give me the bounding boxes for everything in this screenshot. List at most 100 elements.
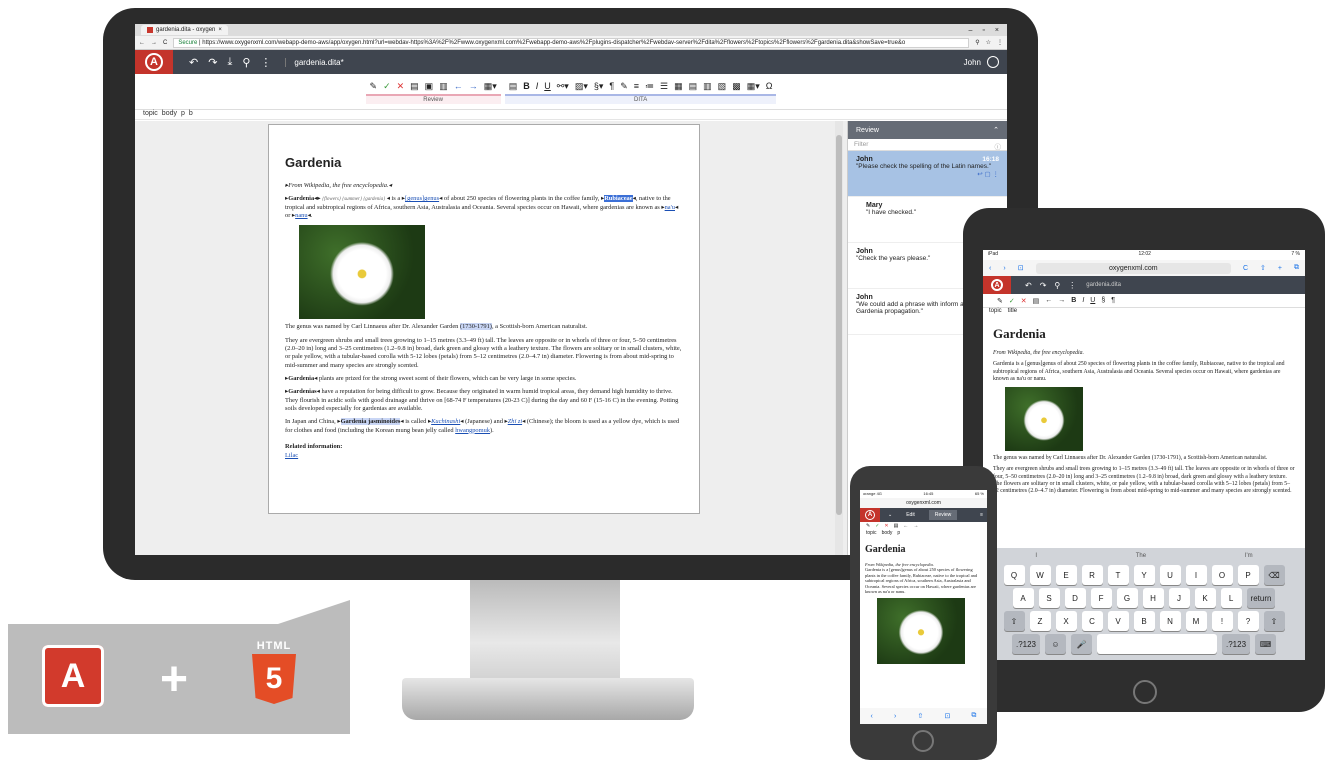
paragraph-icon[interactable]: ¶ [1111,297,1115,304]
dropdown-icon[interactable]: ⌄ [888,512,892,518]
insert-row-icon[interactable]: ▤ [689,81,698,92]
breadcrumb-item[interactable]: topic [989,308,1002,316]
page-title[interactable]: Gardenia [285,155,683,172]
back-icon[interactable]: ← [139,40,145,46]
paragraph-1[interactable]: ▸Gardenia◂▸ {flowers} {summer} {gardenia… [285,195,683,220]
prev-change-icon[interactable]: ← [1045,297,1052,304]
redo-icon[interactable]: ↷ [208,56,217,69]
next-change-icon[interactable]: → [913,523,918,529]
forward-icon[interactable]: › [894,713,896,720]
from-line[interactable]: ▸From Wikipedia, the free encyclopedia.◂ [285,182,683,190]
paragraph-5[interactable]: ▸Gardenias◂ have a reputation for being … [285,388,683,413]
keyboard-key[interactable]: Y [1133,565,1155,585]
close-tab-icon[interactable]: × [218,27,222,33]
document-page[interactable]: Gardenia ▸From Wikipedia, the free encyc… [268,124,700,514]
address-field[interactable]: Secure | https://www.oxygenxml.com/webap… [173,37,970,48]
new-tab-icon[interactable]: + [1278,265,1282,272]
paragraph-2[interactable]: The genus was named by Carl Linnaeus aft… [993,455,1295,462]
keyboard-key[interactable]: 🎤 [1071,634,1092,654]
prev-change-icon[interactable]: ← [903,523,908,529]
phone-address-field[interactable]: oxygenxml.com [860,498,987,508]
keyboard-key[interactable]: N [1159,611,1181,631]
accept-change-icon[interactable]: ✓ [383,81,391,92]
breadcrumb-item[interactable]: b [189,110,193,119]
keyboard-key[interactable]: A [1012,588,1034,608]
menu-icon[interactable]: ⋮ [997,39,1003,46]
suggestion[interactable]: I [1035,553,1037,559]
phone-document[interactable]: Gardenia From Wikipedia, the free encycl… [860,537,987,668]
bold-icon[interactable]: B [1071,297,1076,304]
breadcrumb-item[interactable]: title [1008,308,1017,316]
table-props-icon[interactable]: ▩ [732,81,741,92]
breadcrumb-item[interactable]: body [882,530,893,537]
keyboard-key[interactable]: ! [1211,611,1233,631]
search-icon[interactable]: ⚲ [242,56,250,69]
zoom-icon[interactable]: ⚲ [975,39,979,46]
star-icon[interactable]: ☆ [986,39,991,46]
keyboard-key[interactable]: O [1211,565,1233,585]
breadcrumb-item[interactable]: topic [143,110,158,119]
paragraph-3[interactable]: They are evergreen shrubs and small tree… [285,337,683,370]
keyboard-key[interactable]: M [1185,611,1207,631]
edit-attr-icon[interactable]: ✎ [620,81,628,92]
keyboard-key[interactable]: D [1064,588,1086,608]
keyboard-key[interactable]: T [1107,565,1129,585]
paragraph-3[interactable]: They are evergreen shrubs and small tree… [993,466,1295,495]
breadcrumb-item[interactable]: body [162,110,177,119]
maximize-icon[interactable]: ▫ [982,27,984,34]
avatar-icon[interactable] [987,56,999,68]
download-icon[interactable]: ⤓ [227,56,232,69]
underline-icon[interactable]: U [1090,297,1095,304]
keyboard-key[interactable]: E [1055,565,1077,585]
breadcrumb-item[interactable]: topic [866,530,877,537]
keyboard-key[interactable]: F [1090,588,1112,608]
menu-icon[interactable]: ≡ [980,512,983,518]
space-key[interactable] [1097,634,1217,654]
accept-change-icon[interactable]: ✓ [1009,297,1015,305]
tab-edit[interactable]: Edit [900,510,921,520]
back-icon[interactable]: ‹ [871,713,873,720]
keyboard-key[interactable]: R [1081,565,1103,585]
keyboard-key[interactable]: J [1168,588,1190,608]
forward-icon[interactable]: → [151,40,157,46]
keyboard-key[interactable]: ☺ [1045,634,1066,654]
suggestion[interactable]: I'm [1245,553,1253,559]
paragraph-2[interactable]: The genus was named by Carl Linnaeus aft… [285,323,683,331]
comment-card[interactable]: John 16:18 "Please check the spelling of … [848,151,1007,197]
share-icon[interactable]: ⇧ [917,712,923,720]
paragraph-1[interactable]: Gardenia is a [genus]genus of about 250 … [865,567,982,595]
bold-icon[interactable]: B [523,81,530,91]
keyboard-key[interactable]: Q [1003,565,1025,585]
close-window-icon[interactable]: × [995,27,999,34]
section-icon[interactable]: § [1101,297,1105,304]
keyboard-key[interactable]: ⌫ [1263,565,1285,585]
keyboard-key[interactable]: return [1246,588,1276,608]
table-menu-icon[interactable]: ▦▾ [747,81,760,92]
track-changes-icon[interactable]: ✎ [997,297,1003,305]
more-icon[interactable]: ⋮ [260,56,271,69]
tabs-icon[interactable]: ⧉ [971,712,976,720]
breadcrumb-item[interactable]: p [181,110,185,119]
comment-menu-icon[interactable]: ⋮ [993,171,1000,178]
keyboard-key[interactable]: B [1133,611,1155,631]
comment-highlight-icon[interactable]: ▥ [439,81,448,92]
keyboard-key[interactable]: V [1107,611,1129,631]
paragraph-6[interactable]: In Japan and China, ▸Gardenia jasminoide… [285,418,683,435]
add-comment-icon[interactable]: ▤ [1033,297,1040,305]
editor-scrollbar[interactable] [835,121,843,555]
tablet-home-button[interactable] [1133,680,1157,704]
page-title[interactable]: Gardenia [865,544,982,557]
breadcrumb-item[interactable]: p [897,530,900,537]
reload-icon[interactable]: C [163,40,167,46]
editor-area[interactable]: Gardenia ▸From Wikipedia, the free encyc… [135,121,847,555]
info-icon[interactable]: ⓘ [995,141,1002,151]
link-icon[interactable]: ⚯▾ [557,81,569,92]
page-title[interactable]: Gardenia [993,326,1295,342]
review-filter[interactable]: Filter ⓘ [848,139,1007,151]
add-comment-icon[interactable]: ▤ [894,523,899,529]
bookmarks-icon[interactable]: ⊡ [1018,264,1024,272]
more-icon[interactable]: ⋮ [1068,281,1076,290]
back-icon[interactable]: ‹ [989,265,991,272]
from-line[interactable]: From Wikipedia, the free encyclopedia. [993,350,1295,357]
gardenia-image[interactable] [1005,387,1083,452]
